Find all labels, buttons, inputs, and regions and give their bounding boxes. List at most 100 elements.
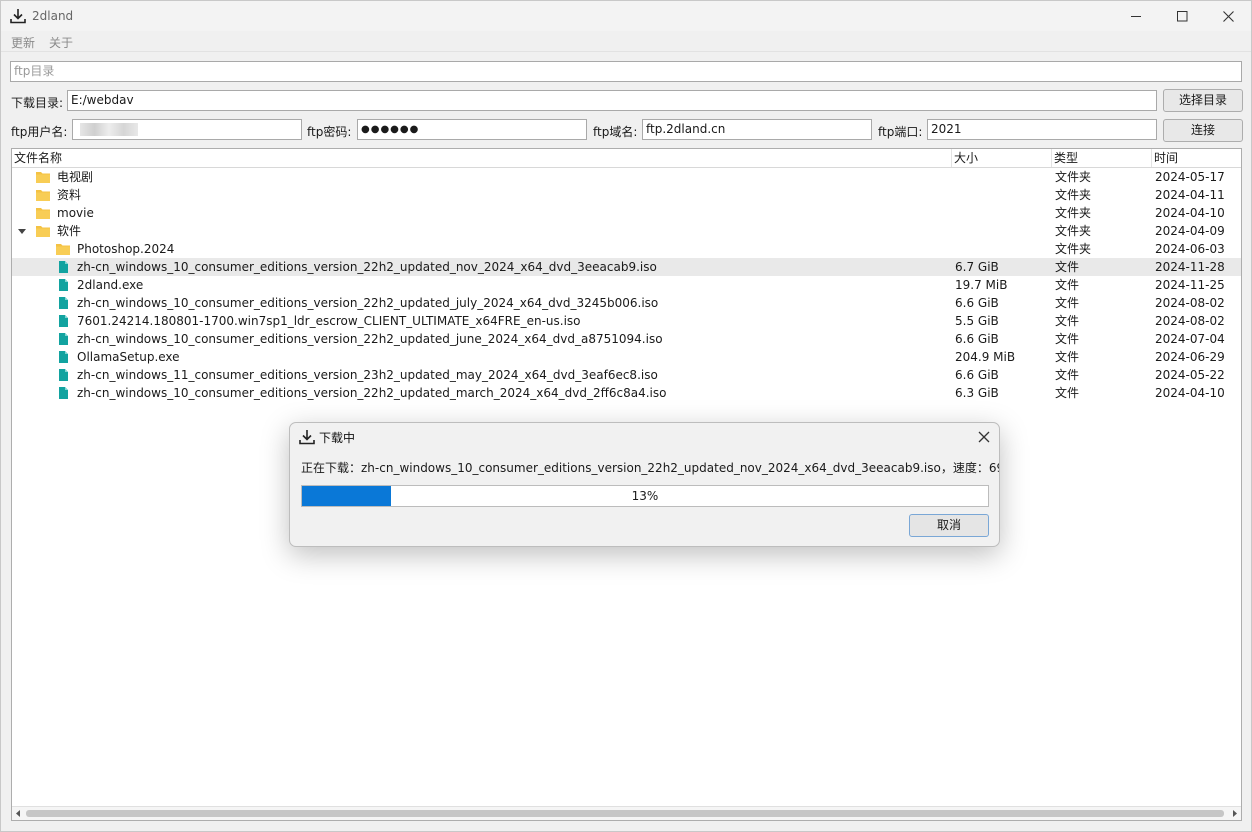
column-header-time[interactable]: 时间 bbox=[1152, 149, 1241, 167]
horizontal-scrollbar[interactable] bbox=[12, 806, 1241, 820]
close-button[interactable] bbox=[1205, 1, 1251, 31]
row-name: Photoshop.2024 bbox=[77, 242, 175, 256]
row-type: 文件夹 bbox=[1055, 170, 1092, 184]
table-row[interactable]: 2dland.exe 19.7 MiB 文件 2024-11-25 bbox=[12, 276, 1241, 294]
row-type: 文件夹 bbox=[1055, 242, 1092, 256]
table-header: 文件名称 大小 类型 时间 bbox=[12, 149, 1241, 168]
table-row[interactable]: 资料 文件夹 2024-04-11 bbox=[12, 186, 1241, 204]
row-time: 2024-04-09 bbox=[1155, 224, 1225, 238]
row-time: 2024-04-10 bbox=[1155, 206, 1225, 220]
file-icon bbox=[59, 261, 68, 273]
maximize-button[interactable] bbox=[1159, 1, 1205, 31]
folder-icon bbox=[36, 226, 50, 237]
ftp-user-label: ftp用户名: bbox=[11, 125, 68, 139]
minimize-button[interactable] bbox=[1113, 1, 1159, 31]
menu-update[interactable]: 更新 bbox=[11, 34, 35, 51]
row-time: 2024-07-04 bbox=[1155, 332, 1225, 346]
row-type: 文件夹 bbox=[1055, 188, 1092, 202]
table-row[interactable]: movie 文件夹 2024-04-10 bbox=[12, 204, 1241, 222]
menu-bar: 更新 关于 bbox=[1, 31, 1251, 52]
download-dialog: 下载中 正在下载：zh-cn_windows_10_consumer_editi… bbox=[289, 422, 1000, 547]
folder-icon bbox=[56, 244, 70, 255]
row-size: 6.6 GiB bbox=[955, 332, 999, 346]
download-progress-bar: 13% bbox=[301, 485, 989, 507]
file-icon bbox=[59, 333, 68, 345]
row-type: 文件 bbox=[1055, 296, 1080, 310]
ftp-port-input[interactable]: 2021 bbox=[927, 119, 1157, 140]
row-size: 6.3 GiB bbox=[955, 386, 999, 400]
row-name: 电视剧 bbox=[57, 170, 94, 184]
column-header-type[interactable]: 类型 bbox=[1052, 149, 1152, 167]
scroll-right-icon[interactable] bbox=[1231, 810, 1238, 817]
row-name: movie bbox=[57, 206, 94, 220]
file-icon bbox=[59, 387, 68, 399]
row-type: 文件 bbox=[1055, 314, 1080, 328]
menu-about[interactable]: 关于 bbox=[49, 34, 73, 51]
row-time: 2024-04-11 bbox=[1155, 188, 1225, 202]
ftp-password-label: ftp密码: bbox=[307, 125, 352, 139]
table-row[interactable]: 软件 文件夹 2024-04-09 bbox=[12, 222, 1241, 240]
folder-icon bbox=[36, 172, 50, 183]
close-icon bbox=[1222, 10, 1234, 22]
row-size: 6.6 GiB bbox=[955, 296, 999, 310]
row-name: zh-cn_windows_10_consumer_editions_versi… bbox=[77, 386, 667, 400]
folder-icon bbox=[36, 190, 50, 201]
row-size bbox=[955, 168, 1051, 186]
download-dir-input[interactable]: E:/webdav bbox=[67, 90, 1157, 111]
blurred-username bbox=[80, 123, 138, 136]
app-window: 2dland 更新 关于 ftp目录 下载目录: E:/webdav 选择目录 … bbox=[0, 0, 1252, 832]
download-icon bbox=[299, 430, 315, 445]
table-row[interactable]: zh-cn_windows_11_consumer_editions_versi… bbox=[12, 366, 1241, 384]
dialog-close-icon[interactable] bbox=[978, 431, 990, 443]
row-time: 2024-06-03 bbox=[1155, 242, 1225, 256]
file-icon bbox=[59, 279, 68, 291]
row-time: 2024-05-17 bbox=[1155, 170, 1225, 184]
row-time: 2024-08-02 bbox=[1155, 314, 1225, 328]
ftp-user-input[interactable] bbox=[72, 119, 302, 140]
table-row[interactable]: zh-cn_windows_10_consumer_editions_versi… bbox=[12, 258, 1241, 276]
folder-icon bbox=[36, 208, 50, 219]
file-icon bbox=[59, 369, 68, 381]
ftp-directory-placeholder: ftp目录 bbox=[14, 64, 55, 78]
minimize-icon bbox=[1130, 15, 1141, 17]
expand-arrow-icon[interactable] bbox=[18, 227, 27, 236]
row-size bbox=[955, 240, 1051, 258]
file-icon bbox=[59, 315, 68, 327]
row-type: 文件 bbox=[1055, 386, 1080, 400]
table-row[interactable]: zh-cn_windows_10_consumer_editions_versi… bbox=[12, 294, 1241, 312]
row-time: 2024-08-02 bbox=[1155, 296, 1225, 310]
row-size bbox=[955, 222, 1051, 240]
connect-button[interactable]: 连接 bbox=[1163, 119, 1243, 142]
row-size bbox=[955, 204, 1051, 222]
row-name: 资料 bbox=[57, 188, 82, 202]
table-row[interactable]: Photoshop.2024 文件夹 2024-06-03 bbox=[12, 240, 1241, 258]
table-row[interactable]: 7601.24214.180801-1700.win7sp1_ldr_escro… bbox=[12, 312, 1241, 330]
title-bar: 2dland bbox=[1, 1, 1251, 31]
column-header-name[interactable]: 文件名称 bbox=[12, 149, 952, 167]
scroll-thumb[interactable] bbox=[26, 810, 1224, 817]
row-type: 文件 bbox=[1055, 350, 1080, 364]
row-name: zh-cn_windows_10_consumer_editions_versi… bbox=[77, 332, 663, 346]
row-time: 2024-04-10 bbox=[1155, 386, 1225, 400]
maximize-icon bbox=[1176, 10, 1187, 21]
row-type: 文件 bbox=[1055, 278, 1080, 292]
scroll-left-icon[interactable] bbox=[15, 810, 22, 817]
table-row[interactable]: zh-cn_windows_10_consumer_editions_versi… bbox=[12, 330, 1241, 348]
table-row[interactable]: 电视剧 文件夹 2024-05-17 bbox=[12, 168, 1241, 186]
row-time: 2024-11-28 bbox=[1155, 260, 1225, 274]
row-name: zh-cn_windows_10_consumer_editions_versi… bbox=[77, 260, 657, 274]
choose-dir-button[interactable]: 选择目录 bbox=[1163, 89, 1243, 112]
ftp-domain-input[interactable]: ftp.2dland.cn bbox=[642, 119, 872, 140]
ftp-password-input[interactable]: ●●●●●● bbox=[357, 119, 587, 140]
row-type: 文件夹 bbox=[1055, 224, 1092, 238]
ftp-directory-input[interactable]: ftp目录 bbox=[10, 61, 1242, 82]
table-row[interactable]: zh-cn_windows_10_consumer_editions_versi… bbox=[12, 384, 1241, 402]
table-row[interactable]: OllamaSetup.exe 204.9 MiB 文件 2024-06-29 bbox=[12, 348, 1241, 366]
row-name: 7601.24214.180801-1700.win7sp1_ldr_escro… bbox=[77, 314, 581, 328]
row-type: 文件 bbox=[1055, 368, 1080, 382]
cancel-button[interactable]: 取消 bbox=[909, 514, 989, 537]
progress-percent: 13% bbox=[631, 489, 659, 503]
column-header-size[interactable]: 大小 bbox=[952, 149, 1052, 167]
row-type: 文件 bbox=[1055, 332, 1080, 346]
row-size: 5.5 GiB bbox=[955, 314, 999, 328]
